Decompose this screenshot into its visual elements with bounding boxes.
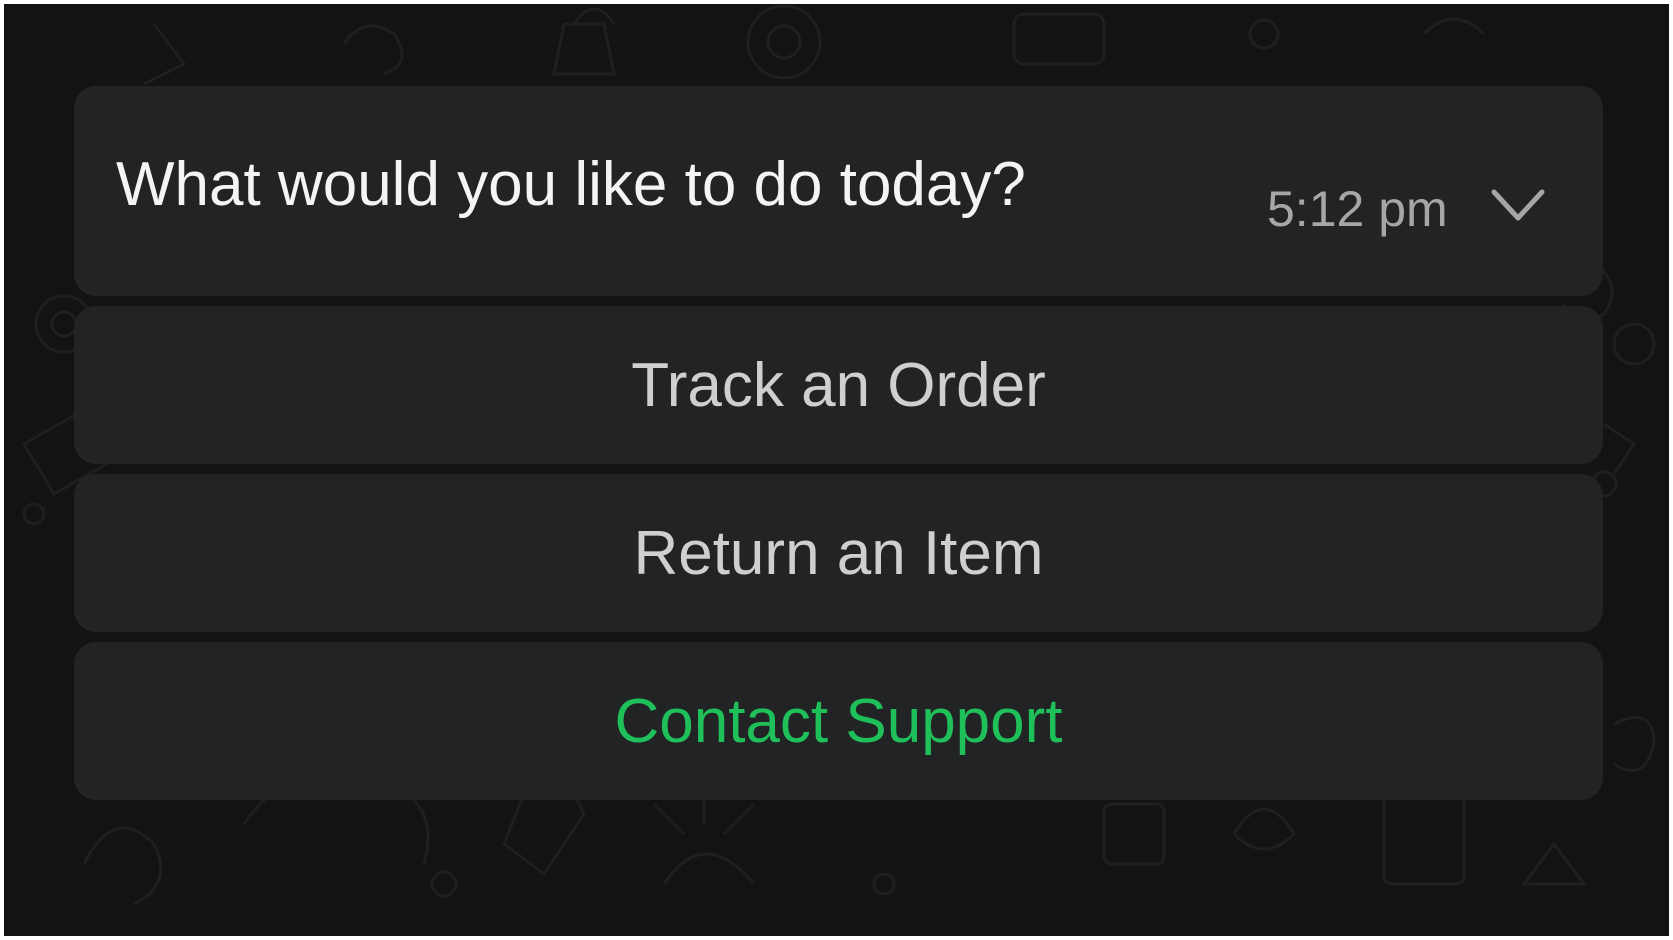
message-text: What would you like to do today? [116,150,1026,219]
message-bubble: What would you like to do today? 5:12 pm [74,86,1603,296]
chat-background: What would you like to do today? 5:12 pm… [4,4,1669,936]
track-order-button[interactable]: Track an Order [74,306,1603,464]
contact-support-label: Contact Support [614,686,1063,756]
chevron-down-icon[interactable] [1490,188,1546,224]
message-timestamp: 5:12 pm [1267,181,1448,237]
contact-support-button[interactable]: Contact Support [74,642,1603,800]
return-item-label: Return an Item [633,518,1044,588]
track-order-label: Track an Order [631,350,1046,420]
screenshot-frame: What would you like to do today? 5:12 pm… [0,0,1673,940]
return-item-button[interactable]: Return an Item [74,474,1603,632]
